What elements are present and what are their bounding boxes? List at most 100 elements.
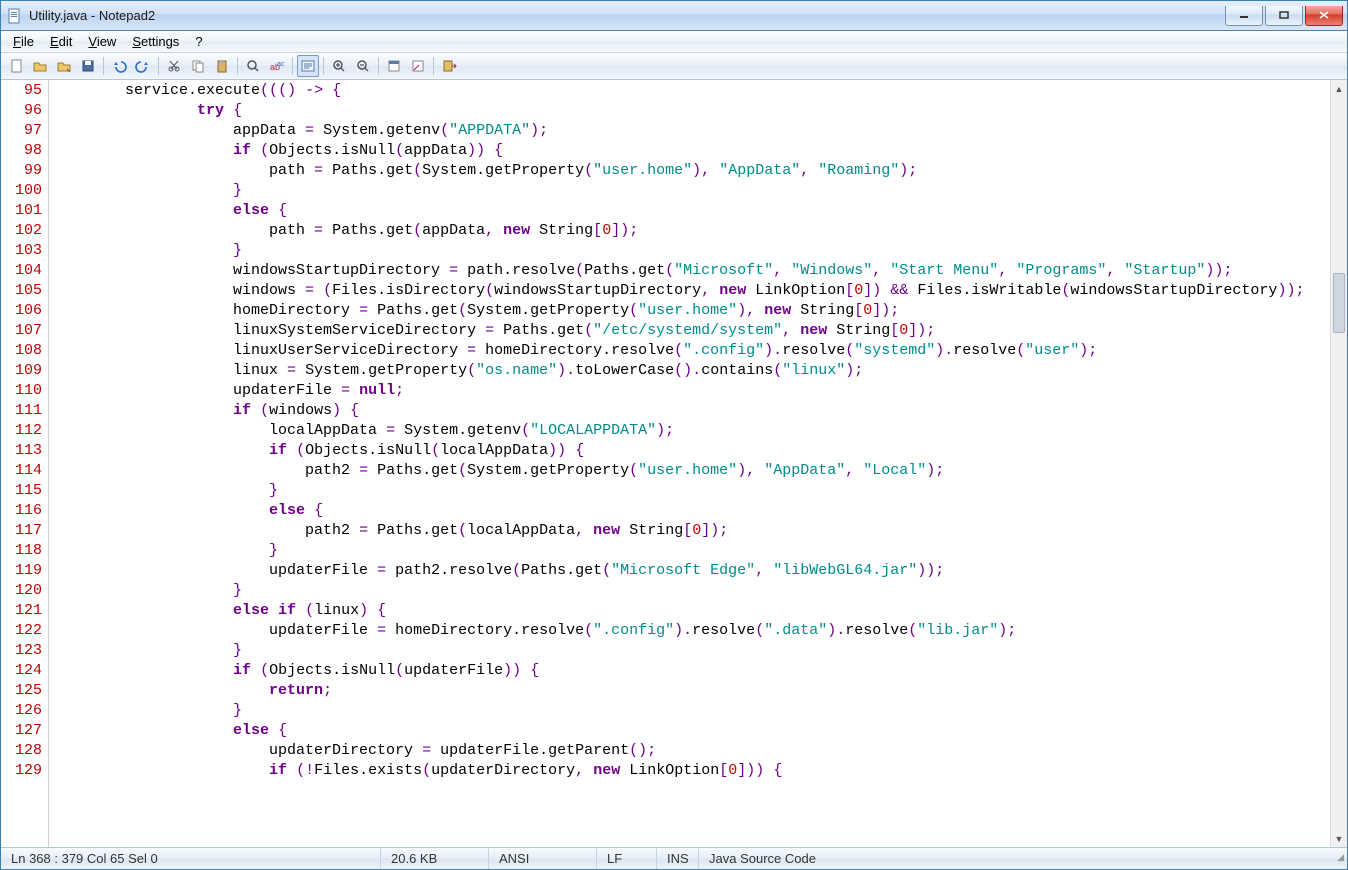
code-line[interactable]: linuxSystemServiceDirectory = Paths.get(… bbox=[53, 321, 1330, 341]
toolbar-find-button[interactable] bbox=[242, 55, 264, 77]
code-line[interactable]: if (Objects.isNull(updaterFile)) { bbox=[53, 661, 1330, 681]
close-button[interactable] bbox=[1305, 6, 1343, 26]
code-line[interactable]: } bbox=[53, 241, 1330, 261]
toolbar-separator bbox=[378, 57, 379, 75]
toolbar-wordwrap-button[interactable] bbox=[297, 55, 319, 77]
toolbar-open-button[interactable] bbox=[29, 55, 51, 77]
menu-help[interactable]: ? bbox=[187, 32, 210, 51]
code-line[interactable]: else { bbox=[53, 501, 1330, 521]
status-encoding[interactable]: ANSI bbox=[489, 848, 597, 869]
exit-icon bbox=[441, 58, 457, 74]
code-line[interactable]: windowsStartupDirectory = path.resolve(P… bbox=[53, 261, 1330, 281]
code-line[interactable]: updaterFile = null; bbox=[53, 381, 1330, 401]
code-line[interactable]: updaterFile = homeDirectory.resolve(".co… bbox=[53, 621, 1330, 641]
code-line[interactable]: try { bbox=[53, 101, 1330, 121]
toolbar-separator bbox=[158, 57, 159, 75]
cut-icon bbox=[166, 58, 182, 74]
code-line[interactable]: localAppData = System.getenv("LOCALAPPDA… bbox=[53, 421, 1330, 441]
code-line[interactable]: windows = (Files.isDirectory(windowsStar… bbox=[53, 281, 1330, 301]
code-line[interactable]: path = Paths.get(appData, new String[0])… bbox=[53, 221, 1330, 241]
menu-view[interactable]: View bbox=[80, 32, 124, 51]
toolbar-undo-button[interactable] bbox=[108, 55, 130, 77]
scheme-icon bbox=[386, 58, 402, 74]
code-line[interactable]: } bbox=[53, 641, 1330, 661]
status-position[interactable]: Ln 368 : 379 Col 65 Sel 0 bbox=[1, 848, 381, 869]
code-line[interactable]: else { bbox=[53, 721, 1330, 741]
undo-icon bbox=[111, 58, 127, 74]
toolbar-paste-button[interactable] bbox=[211, 55, 233, 77]
menu-file[interactable]: File bbox=[5, 32, 42, 51]
toolbar-zoom-out-button[interactable] bbox=[352, 55, 374, 77]
toolbar-browse-button[interactable] bbox=[53, 55, 75, 77]
wordwrap-icon bbox=[300, 58, 316, 74]
code-line[interactable]: appData = System.getenv("APPDATA"); bbox=[53, 121, 1330, 141]
vertical-scrollbar[interactable]: ▲ ▼ bbox=[1330, 80, 1347, 847]
status-ovr[interactable]: INS bbox=[657, 848, 699, 869]
menubar: File Edit View Settings ? bbox=[1, 31, 1347, 53]
toolbar-separator bbox=[292, 57, 293, 75]
toolbar-zoom-in-button[interactable] bbox=[328, 55, 350, 77]
code-line[interactable]: } bbox=[53, 701, 1330, 721]
code-line[interactable]: else { bbox=[53, 201, 1330, 221]
code-line[interactable]: return; bbox=[53, 681, 1330, 701]
scroll-track[interactable] bbox=[1331, 97, 1347, 830]
toolbar-scheme-config-button[interactable] bbox=[407, 55, 429, 77]
toolbar-exit-button[interactable] bbox=[438, 55, 460, 77]
code-line[interactable]: service.execute((() -> { bbox=[53, 81, 1330, 101]
redo-icon bbox=[135, 58, 151, 74]
toolbar-copy-button[interactable] bbox=[187, 55, 209, 77]
menu-settings[interactable]: Settings bbox=[124, 32, 187, 51]
code-line[interactable]: if (Objects.isNull(localAppData)) { bbox=[53, 441, 1330, 461]
save-icon bbox=[80, 58, 96, 74]
status-eol[interactable]: LF bbox=[597, 848, 657, 869]
toolbar: abac bbox=[1, 53, 1347, 80]
code-line[interactable]: } bbox=[53, 581, 1330, 601]
maximize-button[interactable] bbox=[1265, 6, 1303, 26]
svg-text:ac: ac bbox=[277, 61, 285, 68]
editor[interactable]: 9596979899100101102103104105106107108109… bbox=[1, 80, 1347, 847]
browse-icon bbox=[56, 58, 72, 74]
copy-icon bbox=[190, 58, 206, 74]
code-line[interactable]: updaterDirectory = updaterFile.getParent… bbox=[53, 741, 1330, 761]
code-line[interactable]: if (windows) { bbox=[53, 401, 1330, 421]
scroll-thumb[interactable] bbox=[1333, 273, 1345, 333]
code-area[interactable]: service.execute((() -> { try { appData =… bbox=[49, 80, 1330, 847]
status-filetype[interactable]: Java Source Code bbox=[699, 848, 1329, 869]
minimize-button[interactable] bbox=[1225, 6, 1263, 26]
scroll-down-arrow[interactable]: ▼ bbox=[1331, 830, 1347, 847]
window-title: Utility.java - Notepad2 bbox=[29, 8, 1225, 23]
zoom-out-icon bbox=[355, 58, 371, 74]
open-icon bbox=[32, 58, 48, 74]
code-line[interactable]: if (Objects.isNull(appData)) { bbox=[53, 141, 1330, 161]
toolbar-separator bbox=[103, 57, 104, 75]
code-line[interactable]: homeDirectory = Paths.get(System.getProp… bbox=[53, 301, 1330, 321]
code-line[interactable]: linux = System.getProperty("os.name").to… bbox=[53, 361, 1330, 381]
code-line[interactable]: } bbox=[53, 541, 1330, 561]
scroll-up-arrow[interactable]: ▲ bbox=[1331, 80, 1347, 97]
titlebar[interactable]: Utility.java - Notepad2 bbox=[1, 1, 1347, 31]
new-icon bbox=[8, 58, 24, 74]
code-line[interactable]: } bbox=[53, 481, 1330, 501]
toolbar-cut-button[interactable] bbox=[163, 55, 185, 77]
menu-edit[interactable]: Edit bbox=[42, 32, 80, 51]
code-line[interactable]: linuxUserServiceDirectory = homeDirector… bbox=[53, 341, 1330, 361]
code-line[interactable]: updaterFile = path2.resolve(Paths.get("M… bbox=[53, 561, 1330, 581]
code-line[interactable]: } bbox=[53, 181, 1330, 201]
paste-icon bbox=[214, 58, 230, 74]
code-line[interactable]: if (!Files.exists(updaterDirectory, new … bbox=[53, 761, 1330, 781]
find-icon bbox=[245, 58, 261, 74]
toolbar-new-button[interactable] bbox=[5, 55, 27, 77]
code-line[interactable]: path2 = Paths.get(localAppData, new Stri… bbox=[53, 521, 1330, 541]
code-line[interactable]: path = Paths.get(System.getProperty("use… bbox=[53, 161, 1330, 181]
toolbar-scheme-button[interactable] bbox=[383, 55, 405, 77]
zoom-in-icon bbox=[331, 58, 347, 74]
statusbar: Ln 368 : 379 Col 65 Sel 0 20.6 KB ANSI L… bbox=[1, 847, 1347, 869]
toolbar-replace-button[interactable]: abac bbox=[266, 55, 288, 77]
replace-icon: abac bbox=[269, 58, 285, 74]
code-line[interactable]: path2 = Paths.get(System.getProperty("us… bbox=[53, 461, 1330, 481]
toolbar-save-button[interactable] bbox=[77, 55, 99, 77]
code-line[interactable]: else if (linux) { bbox=[53, 601, 1330, 621]
status-filesize: 20.6 KB bbox=[381, 848, 489, 869]
toolbar-redo-button[interactable] bbox=[132, 55, 154, 77]
resize-grip[interactable]: ◢ bbox=[1329, 852, 1347, 865]
